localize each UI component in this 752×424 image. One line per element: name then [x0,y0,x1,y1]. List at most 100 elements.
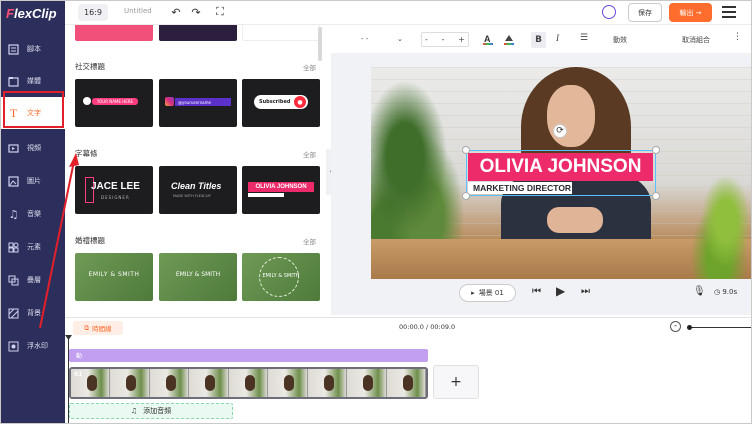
template-thumb[interactable] [75,25,153,41]
add-audio-button[interactable]: ♫ 添加音頻 [69,403,233,419]
sidebar-item-background[interactable]: 背景 [1,297,65,329]
section-title-social: 社交標題 [75,62,105,71]
sidebar-item-label: 疊層 [27,276,41,284]
template-thumb[interactable] [159,25,237,41]
template-wedding-1[interactable]: EMILY & SMITH [75,253,153,301]
zoom-out-icon[interactable]: - [670,321,681,332]
template-jace-lee[interactable]: JACE LEE DESIGNER [75,166,153,214]
font-name-select[interactable]: - - [361,35,368,43]
sidebar-item-label: 浮水印 [27,342,48,350]
project-title[interactable]: Untitled [124,7,152,15]
skip-forward-icon[interactable]: ⏭ [581,286,590,297]
sidebar-item-label: 背景 [27,309,41,317]
skip-back-icon[interactable]: ⏮ [532,286,541,297]
sidebar-item-label: 音樂 [27,210,41,218]
redo-icon[interactable]: ↷ [189,5,203,19]
image-icon [8,175,19,187]
music-icon: ♫ [8,207,19,221]
more-icon[interactable]: ⋮ [733,32,742,42]
animation-button[interactable]: 動效 [613,35,627,45]
sidebar-item-overlay[interactable]: 疊層 [1,264,65,296]
text-color-icon[interactable]: A [482,33,494,45]
see-all-link[interactable]: 全部 [303,236,316,246]
aspect-ratio-button[interactable]: 16:9 [78,4,108,21]
sidebar-item-script[interactable]: 腳本 [1,33,65,65]
play-icon: ▸ [471,289,475,297]
template-instagram[interactable]: @yourusername [159,79,237,127]
sidebar-item-label: 媒體 [27,77,41,85]
video-preview[interactable]: OLIVIA JOHNSON MARKETING DIRECTOR ⟳ [371,67,751,279]
template-olivia-johnson[interactable]: OLIVIA JOHNSON [242,166,320,214]
flexclip-logo: FlexClip [6,5,57,21]
export-button[interactable]: 輸出 → [669,3,712,22]
sidebar-item-label: 視頻 [27,144,41,152]
template-clean-titles[interactable]: Clean Titles MADE WITH FLEXCLIP [159,166,237,214]
text-track[interactable]: 動 [69,349,428,362]
sidebar-item-elements[interactable]: 元素 [1,231,65,263]
template-text: EMILY & SMITH [175,271,221,278]
timeline-icon: ⧉ [84,323,90,332]
bold-button[interactable]: B [531,32,546,48]
template-tiktok[interactable]: YOUR NAME HERE [75,79,153,127]
video-clip-track[interactable]: 01 [69,367,428,399]
see-all-link[interactable]: 全部 [303,149,316,159]
menu-icon[interactable] [722,6,736,18]
sidebar-item-label: 元素 [27,243,41,251]
save-button[interactable]: 保存 [628,3,662,22]
ungroup-button[interactable]: 取消組合 [682,35,710,45]
resize-handle[interactable] [652,192,660,200]
template-text: @yourusername [175,98,231,106]
music-note-icon: ♫ [130,407,138,415]
watermark-icon [8,341,19,352]
template-subscribed[interactable]: Subscribed ● [242,79,320,127]
play-button-icon[interactable]: ▶ [556,284,565,298]
title-main-text[interactable]: OLIVIA JOHNSON [468,153,653,181]
duration-display[interactable]: ◷ 9.0s [714,288,737,296]
font-size-plus[interactable]: + [458,35,465,44]
sidebar-item-music[interactable]: ♫ 音樂 [1,198,65,230]
woman-hands [547,207,603,233]
sidebar-item-image[interactable]: 圖片 [1,165,65,197]
resize-handle[interactable] [462,146,470,154]
template-thumb[interactable] [242,25,320,41]
text-track-label: 動 [76,353,83,360]
sidebar-item-label: 腳本 [27,45,41,53]
template-text: EMILY & SMITH [88,271,140,278]
template-subtext: DESIGNER [101,195,130,200]
undo-icon[interactable]: ↶ [169,5,183,19]
panel-scrollbar[interactable] [318,27,322,61]
highlight-color-icon[interactable] [503,33,515,45]
resize-handle[interactable] [462,192,470,200]
italic-button[interactable]: I [556,33,559,43]
template-subbar [248,193,284,197]
title-sub-text[interactable]: MARKETING DIRECTOR [468,182,572,194]
resize-handle[interactable] [652,146,660,154]
sidebar-item-video[interactable]: 視頻 [1,132,65,164]
spacing-icon[interactable]: ☰ [580,33,588,43]
canvas-area: OLIVIA JOHNSON MARKETING DIRECTOR ⟳ ▸ 場景… [331,53,751,315]
template-subtext: MADE WITH FLEXCLIP [173,194,211,198]
zoom-slider-handle[interactable] [687,325,692,330]
clip-frame [386,369,426,397]
svg-text:A: A [484,34,491,44]
timeline-toggle-button[interactable]: ⧉ 時間線 [73,321,123,335]
scene-selector[interactable]: ▸ 場景 01 [459,284,516,302]
add-scene-button[interactable]: + [433,365,479,399]
clip-frame [149,369,190,397]
zoom-slider[interactable] [689,327,751,328]
font-size-stepper[interactable]: - - + [421,32,469,47]
template-wedding-2[interactable]: EMILY & SMITH [159,253,237,301]
fullscreen-icon[interactable]: ⛶ [213,5,227,19]
template-text: EMILY & SMITH [262,273,300,279]
microphone-icon[interactable]: 🎙 [693,286,706,297]
add-audio-label: 添加音頻 [143,407,172,415]
template-wedding-3[interactable]: EMILY & SMITH [242,253,320,301]
highlight-box [3,91,64,128]
chat-icon[interactable] [602,5,616,19]
font-size-minus[interactable]: - [425,35,428,44]
sidebar-item-watermark[interactable]: 浮水印 [1,330,65,362]
timeline: ⧉ 時間線 00:00.0 / 00:09.0 - 動 01 + ♫ 添加音頻 [65,317,751,423]
see-all-link[interactable]: 全部 [303,62,316,72]
rotate-icon[interactable]: ⟳ [553,124,567,138]
chevron-down-icon[interactable]: ⌄ [397,35,403,43]
